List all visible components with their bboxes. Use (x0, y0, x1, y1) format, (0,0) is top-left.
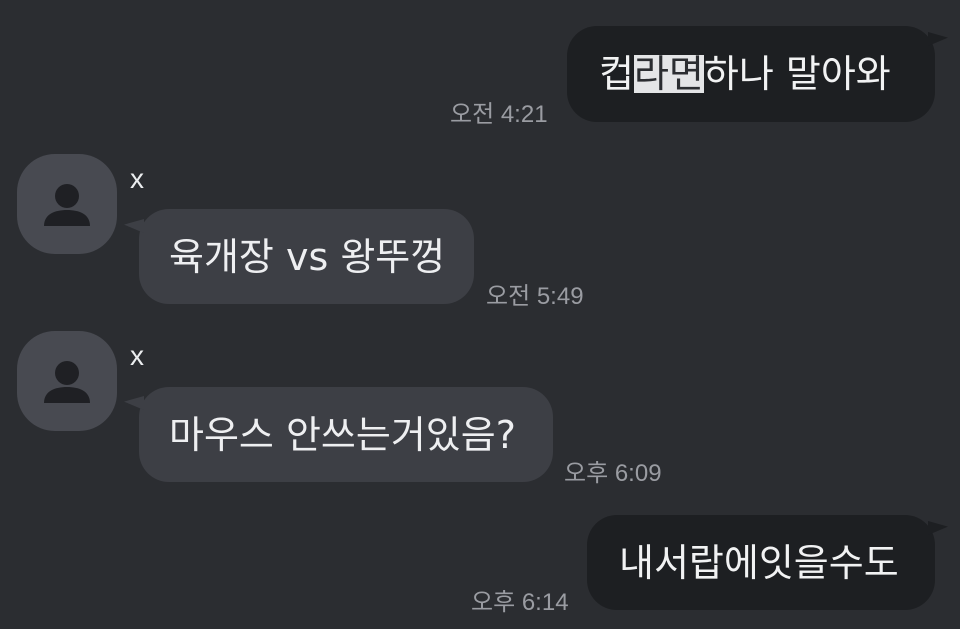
sender-name: x (130, 340, 144, 371)
bubble-tail (928, 521, 948, 535)
message-timestamp: 오후 6:09 (564, 460, 662, 487)
message-text-before: 컵 (599, 52, 634, 96)
message-timestamp: 오후 6:14 (471, 589, 569, 616)
message-bubble-outgoing[interactable]: 내서랍에잇을수도 (587, 515, 935, 610)
person-icon (44, 184, 90, 226)
sender-name: x (130, 163, 144, 194)
message-timestamp: 오전 5:49 (486, 283, 584, 310)
message-bubble-incoming[interactable]: 마우스 안쓰는거있음? (139, 387, 553, 482)
bubble-tail (928, 32, 948, 46)
avatar[interactable] (17, 331, 117, 431)
chat-screen: { "messages": [ { "direction": "outgoing… (0, 0, 960, 629)
bubble-tail (124, 396, 144, 410)
selected-text-highlight: 라면 (633, 52, 704, 96)
message-bubble-incoming[interactable]: 육개장 vs 왕뚜껑 (139, 209, 474, 304)
avatar[interactable] (17, 154, 117, 254)
bubble-tail (124, 219, 144, 233)
message-text: 내서랍에잇을수도 (619, 540, 899, 585)
message-bubble-outgoing[interactable]: 컵 라면 하나 말아와 (567, 26, 935, 122)
message-text-after: 하나 말아와 (703, 52, 891, 96)
message-text: 마우스 안쓰는거있음? (169, 412, 516, 457)
message-text: 육개장 vs 왕뚜껑 (169, 234, 446, 279)
person-icon (44, 361, 90, 403)
message-timestamp: 오전 4:21 (450, 101, 548, 128)
